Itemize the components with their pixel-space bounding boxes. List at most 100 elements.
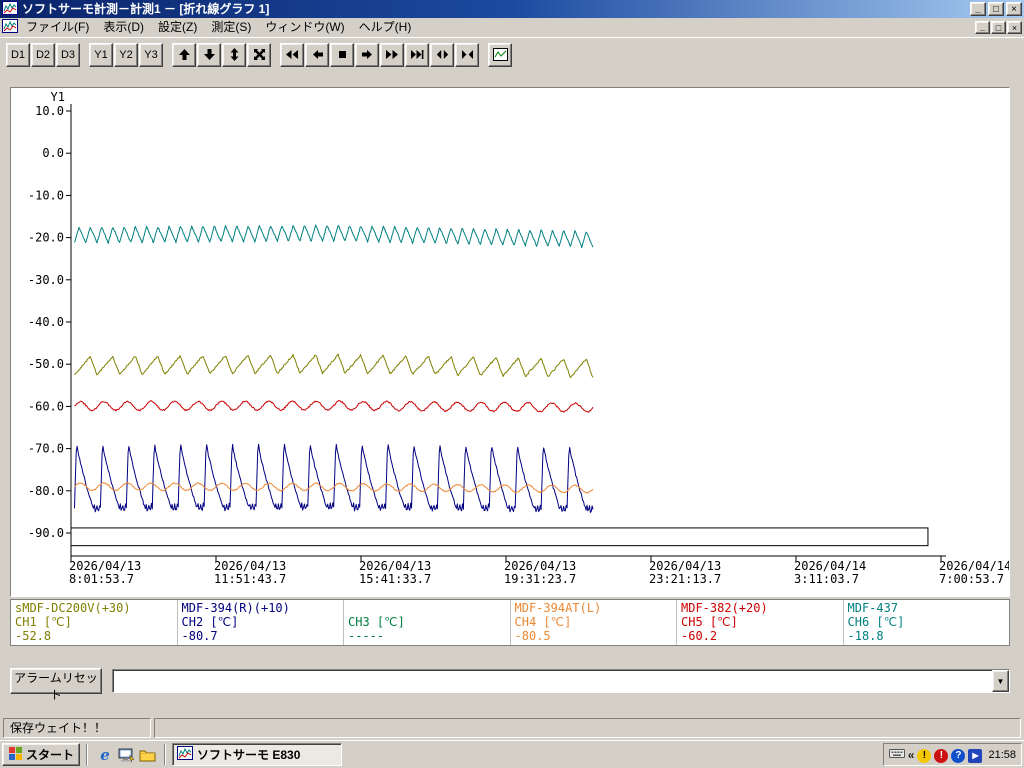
toolbar: D1 D2 D3 Y1 Y2 Y3 — [0, 37, 1024, 71]
menu-help[interactable]: ヘルプ(H) — [352, 18, 419, 37]
mdi-minimize-button[interactable]: _ — [975, 21, 990, 34]
app-icon-small — [177, 746, 194, 763]
error-icon[interactable]: ! — [934, 747, 949, 763]
close-button[interactable]: × — [1006, 2, 1022, 16]
x-tick-label: 2026/04/13 11:51:43.7 — [214, 559, 286, 586]
restore-button[interactable]: □ — [988, 2, 1004, 16]
play-icon[interactable]: ▶ — [968, 747, 983, 763]
folder-icon[interactable] — [138, 746, 156, 764]
status-empty-panel — [154, 717, 1021, 738]
taskbar-separator — [86, 744, 89, 765]
time-range-box — [70, 527, 929, 547]
scroll-down-button[interactable] — [197, 42, 221, 67]
y-tick-label: -60.0 — [28, 399, 64, 413]
legend-channel-4: MDF-394AT(L) CH4 [℃] -80.5 — [511, 600, 677, 645]
y-tick-label: -30.0 — [28, 273, 64, 287]
question-icon[interactable]: ? — [951, 747, 966, 763]
y-tick-label: 10.0 — [35, 104, 64, 118]
fit-button[interactable] — [247, 42, 271, 67]
toolbar-group — [280, 42, 479, 67]
keyboard-icon[interactable] — [888, 745, 905, 764]
legend-value: -18.8 — [847, 629, 884, 643]
y-tick-label: -80.0 — [28, 484, 64, 498]
start-button-label: スタート — [26, 748, 75, 762]
legend-channel: CH4 [℃] — [514, 615, 572, 629]
legend-name: MDF-382(+20) — [681, 601, 768, 615]
window-title: ソフトサーモ計測－計測1 － [折れ線グラフ 1] — [22, 2, 270, 16]
toolbar-group — [172, 42, 271, 67]
arrow-left-icon — [312, 50, 323, 59]
mini-graph-icon — [492, 48, 508, 61]
start-button[interactable]: スタート — [2, 743, 81, 766]
y3-button[interactable]: Y3 — [139, 42, 163, 67]
client-area: Y1 10.0 0.0 -10.0 -20.0 -30.0 -40.0 -50.0 -60.0 -… — [0, 71, 1024, 715]
alarm-combobox[interactable]: ▼ — [112, 669, 1010, 693]
series-ch2 — [74, 443, 594, 513]
arrow-right-icon — [361, 50, 372, 59]
legend-channel: CH1 [℃] — [15, 615, 72, 629]
legend-channel-5: MDF-382(+20) CH5 [℃] -60.2 — [677, 600, 844, 645]
x-tick-label: 2026/04/13 8:01:53.7 — [69, 559, 141, 586]
d2-button[interactable]: D2 — [31, 42, 55, 67]
y2-button[interactable]: Y2 — [114, 42, 138, 67]
y-tick-label: -20.0 — [28, 231, 64, 245]
mdi-window-controls: _ □ × — [975, 21, 1022, 34]
status-message: 保存ウェイト！！ — [10, 721, 107, 735]
d1-button[interactable]: D1 — [6, 42, 30, 67]
combobox-dropdown-button[interactable]: ▼ — [992, 670, 1009, 692]
minimize-button[interactable]: _ — [970, 2, 986, 16]
mdi-restore-button[interactable]: □ — [991, 21, 1006, 34]
system-tray: «!!? ▶ 21:58 — [882, 743, 1022, 766]
toolbar-group: Y1 Y2 Y3 — [89, 42, 163, 67]
menu-view[interactable]: 表示(D) — [96, 18, 151, 37]
mdi-close-button[interactable]: × — [1007, 21, 1022, 34]
forward-end-icon — [411, 50, 424, 59]
taskbar: スタート e ソフトサーモ E830 «!!? ▶ 21:58 — [0, 740, 1024, 768]
menu-settings[interactable]: 設定(Z) — [151, 18, 204, 37]
warning-icon[interactable]: ! — [917, 747, 932, 763]
taskbar-task-button[interactable]: ソフトサーモ E830 — [172, 743, 343, 766]
step-forward-button[interactable] — [355, 42, 379, 67]
compress-h-icon — [461, 50, 473, 59]
show-desktop-icon[interactable] — [117, 746, 135, 764]
jump-end-button[interactable] — [405, 42, 429, 67]
legend-channel: CH6 [℃] — [847, 615, 905, 629]
ie-icon[interactable]: e — [96, 746, 114, 764]
expand-x-button[interactable] — [430, 42, 454, 67]
legend-value: -80.5 — [514, 629, 551, 643]
legend-value: -52.8 — [15, 629, 52, 643]
menu-measure[interactable]: 測定(S) — [204, 18, 258, 37]
x-tick-label: 2026/04/13 23:21:13.7 — [649, 559, 721, 586]
menu-file[interactable]: ファイル(F) — [19, 18, 96, 37]
jump-start-button[interactable] — [280, 42, 304, 67]
x-tick-label: 2026/04/13 19:31:23.7 — [504, 559, 576, 586]
stop-button[interactable] — [330, 42, 354, 67]
expand-y-button[interactable] — [222, 42, 246, 67]
compress-x-button[interactable] — [455, 42, 479, 67]
d3-button[interactable]: D3 — [56, 42, 80, 67]
toolbar-group — [488, 42, 512, 67]
alarm-reset-button[interactable]: アラームリセット — [10, 668, 102, 702]
y-tick-label: -10.0 — [28, 188, 64, 202]
y1-button[interactable]: Y1 — [89, 42, 113, 67]
menubar: ファイル(F) 表示(D) 設定(Z) 測定(S) ウィンドウ(W) ヘルプ(H) _ □ × — [0, 18, 1024, 37]
legend-name: sMDF-DC200V(+30) — [15, 601, 131, 615]
window-controls: _ □ × — [970, 2, 1022, 16]
series-ch5 — [74, 400, 594, 413]
toolbar-group: D1 D2 D3 — [6, 42, 80, 67]
y-tick-label: 0.0 — [42, 146, 64, 160]
menu-items: ファイル(F) 表示(D) 設定(Z) 測定(S) ウィンドウ(W) ヘルプ(H) — [19, 18, 418, 37]
scroll-up-button[interactable] — [172, 42, 196, 67]
step-back-button[interactable] — [305, 42, 329, 67]
menu-window[interactable]: ウィンドウ(W) — [258, 18, 351, 37]
statusbar: 保存ウェイト！！ — [0, 715, 1024, 740]
fast-forward-button[interactable] — [380, 42, 404, 67]
x-tick-label: 2026/04/13 15:41:33.7 — [359, 559, 431, 586]
chart-panel: Y1 10.0 0.0 -10.0 -20.0 -30.0 -40.0 -50.0 -60.0 -… — [10, 87, 1010, 597]
taskbar-clock: 21:58 — [988, 748, 1016, 761]
graph-view-button[interactable] — [488, 42, 512, 67]
chevrons-icon[interactable]: « — [908, 748, 915, 762]
rewind-icon — [286, 50, 298, 59]
mdi-child-icon[interactable] — [2, 19, 18, 36]
legend-value: ----- — [348, 629, 385, 643]
